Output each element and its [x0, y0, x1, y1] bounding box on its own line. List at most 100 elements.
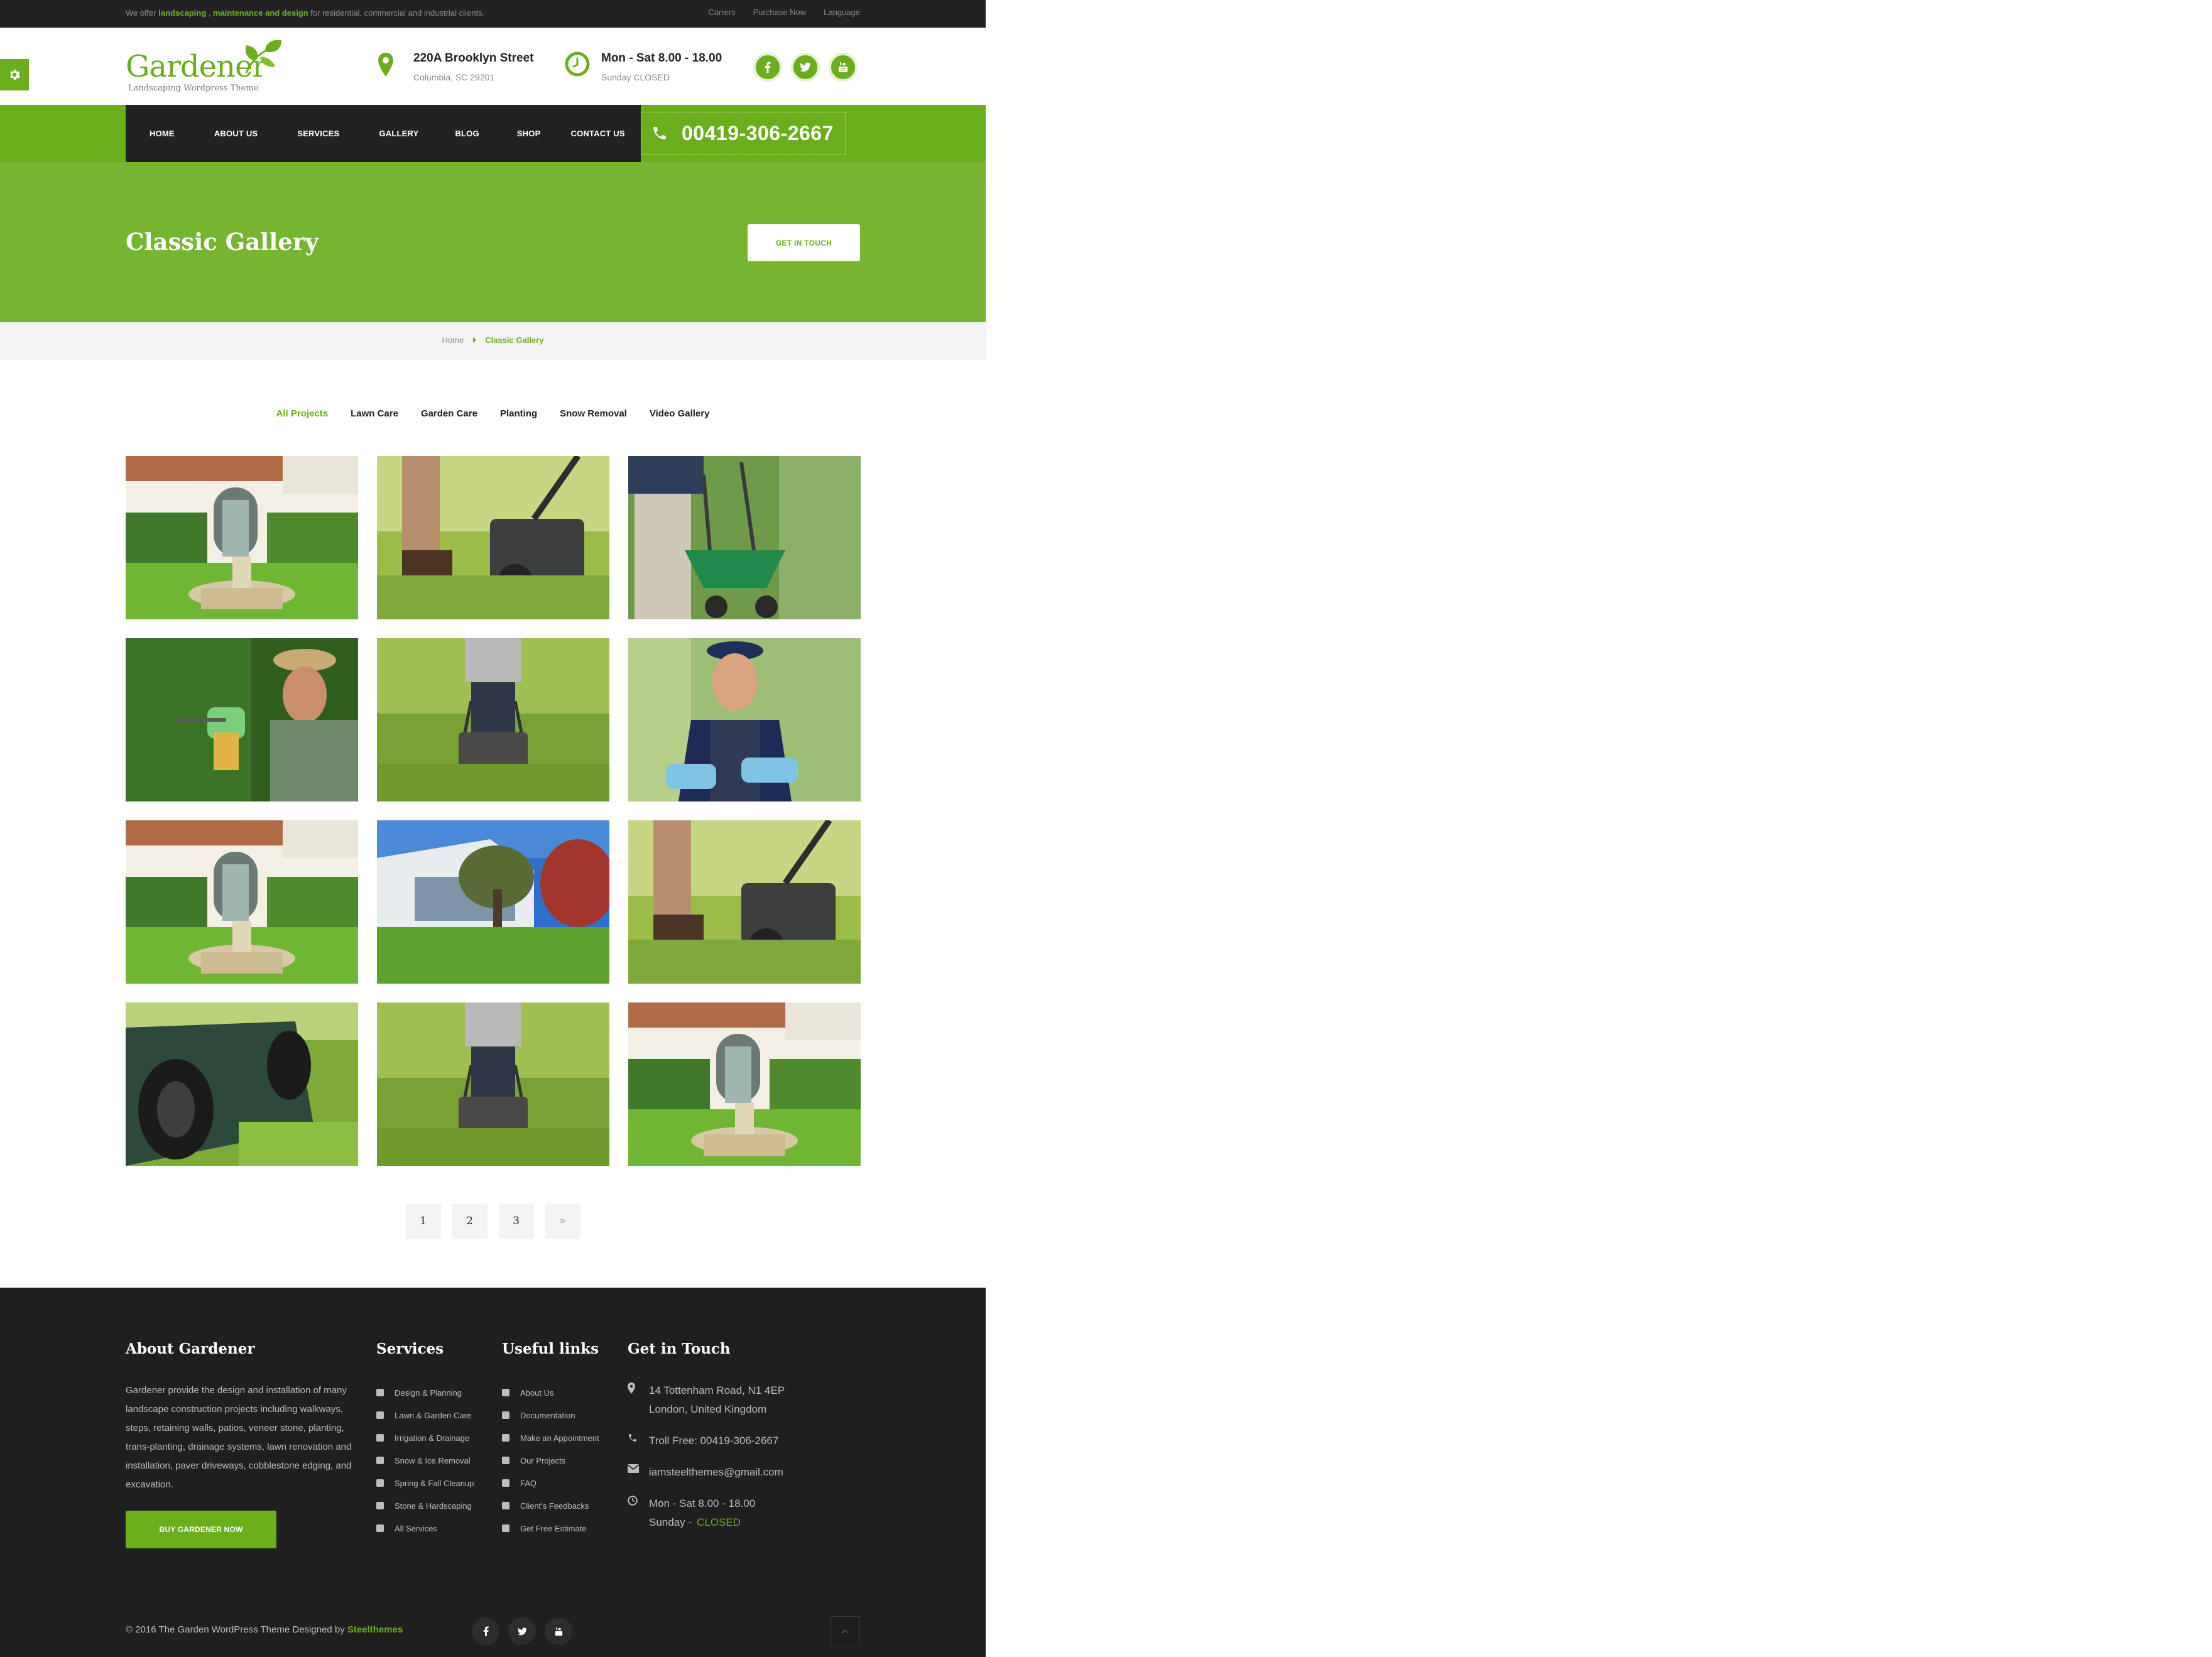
back-to-top-button[interactable] — [830, 1616, 860, 1646]
nav-item-services[interactable]: SERVICES — [297, 129, 339, 138]
nav-phone[interactable]: 00419-306-2667 — [641, 112, 846, 155]
footer-useful-link[interactable]: Client's Feedbacks — [502, 1494, 599, 1517]
footer-address-line2: London, United Kingdom — [649, 1403, 767, 1415]
nav-item-shop[interactable]: SHOP — [517, 129, 541, 138]
footer-useful-link[interactable]: Make an Appointment — [502, 1426, 599, 1449]
footer-links-title: Useful links — [502, 1340, 599, 1357]
twitter-button[interactable] — [791, 53, 820, 82]
spreader-image — [628, 456, 861, 619]
footer-link-label: About Us — [520, 1388, 554, 1398]
footer-useful-link[interactable]: About Us — [502, 1381, 599, 1404]
gallery-item[interactable] — [377, 820, 609, 984]
footer-useful-link[interactable]: FAQ — [502, 1472, 599, 1494]
main-nav: HOME ABOUT US SERVICES GALLERY BLOG SHOP… — [126, 105, 641, 162]
nav-item-blog[interactable]: BLOG — [455, 129, 479, 138]
footer-youtube-button[interactable] — [545, 1617, 572, 1645]
man-mowing-image — [377, 638, 609, 801]
address-sub: Columbia, SC 29201 — [413, 72, 495, 82]
breadcrumb-current: Classic Gallery — [485, 335, 544, 345]
clock-icon — [628, 1496, 638, 1506]
checkbox-icon — [502, 1502, 509, 1509]
site-footer: About Gardener Gardener provide the desi… — [0, 1288, 986, 1657]
header-hours: Mon - Sat 8.00 - 18.00 Sunday CLOSED — [565, 52, 741, 89]
filter-video-gallery[interactable]: Video Gallery — [650, 408, 710, 419]
filter-planting[interactable]: Planting — [500, 408, 537, 419]
footer-link-label: Documentation — [520, 1410, 575, 1420]
footer-services: Services Design & Planning Lawn & Garden… — [376, 1340, 474, 1540]
footer-link-label: Design & Planning — [395, 1388, 462, 1398]
footer-useful-link[interactable]: Get Free Estimate — [502, 1517, 599, 1540]
gallery-item[interactable] — [377, 456, 609, 619]
footer-link-label: Spring & Fall Cleanup — [395, 1478, 474, 1488]
get-in-touch-button[interactable]: GET IN TOUCH — [748, 224, 860, 261]
copyright-brand-link[interactable]: Steelthemes — [347, 1624, 403, 1635]
filter-garden-care[interactable]: Garden Care — [421, 408, 477, 419]
nav-item-gallery[interactable]: GALLERY — [379, 129, 418, 138]
breadcrumb-home[interactable]: Home — [442, 335, 464, 345]
footer-about: About Gardener Gardener provide the desi… — [126, 1340, 352, 1548]
gallery-item[interactable] — [628, 820, 861, 984]
nav-item-home[interactable]: HOME — [150, 129, 175, 138]
top-link-language[interactable]: Language — [824, 8, 860, 17]
map-pin-icon — [628, 1383, 635, 1394]
filter-snow-removal[interactable]: Snow Removal — [560, 408, 627, 419]
footer-service-link[interactable]: Spring & Fall Cleanup — [376, 1472, 474, 1494]
page-3[interactable]: 3 — [498, 1203, 534, 1239]
footer-service-link[interactable]: All Services — [376, 1517, 474, 1540]
footer-useful-link[interactable]: Documentation — [502, 1404, 599, 1426]
next-page[interactable]: » — [545, 1203, 580, 1239]
checkbox-icon — [376, 1389, 384, 1396]
footer-service-link[interactable]: Irrigation & Drainage — [376, 1426, 474, 1449]
gallery-item[interactable] — [126, 456, 358, 619]
site-logo[interactable]: Gardener Landscaping Wordpress Theme — [126, 38, 289, 98]
buy-gardener-button[interactable]: BUY GARDENER NOW — [126, 1511, 276, 1548]
footer-address: 14 Tottenham Road, N1 4EP London, United … — [628, 1381, 785, 1419]
checkbox-icon — [502, 1524, 509, 1532]
footer-service-link[interactable]: Lawn & Garden Care — [376, 1404, 474, 1426]
top-link-purchase[interactable]: Purchase Now — [753, 8, 807, 17]
breadcrumb: Home Classic Gallery — [0, 322, 986, 360]
page-1[interactable]: 1 — [405, 1203, 441, 1239]
footer-service-link[interactable]: Design & Planning — [376, 1381, 474, 1404]
facebook-button[interactable] — [753, 53, 782, 82]
gallery-item[interactable] — [126, 1002, 358, 1166]
filter-lawn-care[interactable]: Lawn Care — [351, 408, 398, 419]
checkbox-icon — [502, 1411, 509, 1419]
footer-link-label: Lawn & Garden Care — [395, 1410, 472, 1420]
footer-useful-link[interactable]: Our Projects — [502, 1449, 599, 1472]
mower-closeup-image — [628, 820, 861, 984]
footer-link-label: Get Free Estimate — [520, 1523, 587, 1533]
offer-link-landscaping[interactable]: landscaping — [158, 8, 206, 18]
header-social — [753, 53, 858, 82]
gallery-item[interactable] — [628, 456, 861, 619]
gallery-item[interactable] — [126, 638, 358, 801]
youtube-button[interactable] — [829, 53, 858, 82]
top-link-careers[interactable]: Carrers — [708, 8, 735, 17]
filter-all-projects[interactable]: All Projects — [276, 408, 329, 419]
footer-email[interactable]: iamsteelthemes@gmail.com — [649, 1463, 783, 1482]
page-2[interactable]: 2 — [452, 1203, 488, 1239]
mower-wheel-image — [126, 1002, 358, 1166]
footer-service-link[interactable]: Stone & Hardscaping — [376, 1494, 474, 1517]
gallery-item[interactable] — [126, 820, 358, 984]
gallery-item[interactable] — [628, 1002, 861, 1166]
gallery-item[interactable] — [628, 638, 861, 801]
footer-service-link[interactable]: Snow & Ice Removal — [376, 1449, 474, 1472]
nav-item-contact[interactable]: CONTACT US — [570, 129, 624, 138]
gallery-item[interactable] — [377, 638, 609, 801]
footer-facebook-button[interactable] — [472, 1617, 499, 1645]
offer-suffix: for residential, commercial and industri… — [310, 8, 485, 18]
settings-toggle[interactable] — [0, 59, 29, 90]
footer-twitter-button[interactable] — [508, 1617, 536, 1645]
nav-item-about[interactable]: ABOUT US — [214, 129, 258, 138]
footer-about-title: About Gardener — [126, 1340, 255, 1357]
footer-closed-label: CLOSED — [697, 1516, 741, 1528]
facebook-icon — [765, 62, 771, 73]
offer-sep: , — [206, 8, 213, 18]
gallery-item[interactable] — [377, 1002, 609, 1166]
offer-link-maintenance[interactable]: maintenance and design — [213, 8, 308, 18]
footer-email-row: iamsteelthemes@gmail.com — [627, 1463, 785, 1482]
house-fountain-image — [628, 1002, 861, 1166]
page-title: Classic Gallery — [126, 228, 319, 256]
checkbox-icon — [502, 1434, 509, 1442]
